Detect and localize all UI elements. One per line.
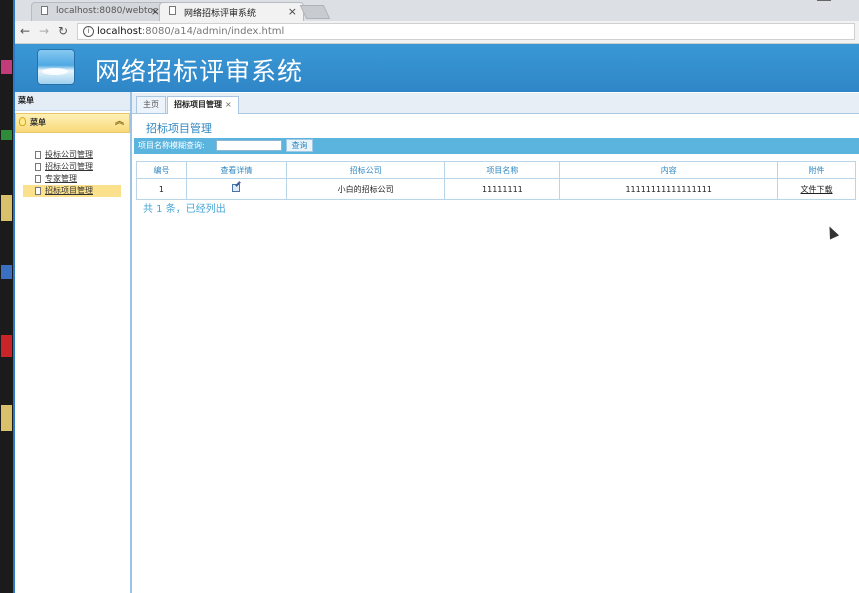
browser-tab-title: localhost:8080/webtoc [56, 6, 158, 16]
sidebar-group-label: 菜单 [30, 118, 46, 127]
edit-details-icon[interactable] [232, 184, 241, 192]
projects-table: 编号 查看详情 招标公司 项目名称 内容 附件 1 小白的招标公司 111111… [136, 161, 856, 200]
url-host: localhost [97, 26, 142, 37]
monitor-logo-icon [37, 49, 75, 85]
reload-icon[interactable]: ↻ [58, 24, 68, 38]
document-icon [35, 151, 41, 159]
close-icon[interactable]: × [225, 100, 232, 109]
address-bar: ← → ↻ i localhost:8080/a14/admin/index.h… [15, 21, 859, 44]
desktop-edge [0, 0, 13, 593]
column-header: 编号 [136, 161, 187, 179]
sidebar-header: 菜单 [15, 92, 130, 111]
search-label: 项目名称模糊查询: [138, 141, 205, 150]
app-header: 网络招标评审系统 [15, 44, 859, 92]
sidebar-list: 投标公司管理 招标公司管理 专家管理 招标项目管理 [15, 149, 130, 197]
search-bar: 项目名称模糊查询: 查询 [134, 138, 859, 154]
back-arrow-icon[interactable]: ← [20, 24, 30, 38]
column-header: 查看详情 [185, 161, 287, 179]
forward-arrow-icon[interactable]: → [39, 24, 49, 38]
column-header: 招标公司 [285, 161, 446, 179]
url-path: :8080/a14/admin/index.html [141, 26, 285, 37]
table-header-row: 编号 查看详情 招标公司 项目名称 内容 附件 [136, 161, 856, 179]
content-tab-strip: 主页 招标项目管理 × [132, 93, 859, 114]
cell-company: 小白的招标公司 [285, 178, 446, 200]
document-icon [35, 187, 41, 195]
document-icon [35, 163, 41, 171]
page-icon [169, 6, 176, 15]
lightbulb-icon [19, 117, 26, 126]
sidebar-item-label[interactable]: 专家管理 [45, 174, 77, 183]
browser-tab-active[interactable]: 网络招标评审系统 × [159, 2, 304, 21]
chevron-up-icon[interactable]: ︽ [115, 114, 124, 131]
sidebar-item-tender-company[interactable]: 招标公司管理 [23, 161, 121, 173]
browser-tab-bar: localhost:8080/webtoc × 网络招标评审系统 × [15, 0, 859, 21]
sidebar-item-label[interactable]: 招标公司管理 [45, 162, 93, 171]
info-icon[interactable]: i [83, 26, 94, 37]
sidebar-group-menu[interactable]: 菜单 ︽ [15, 113, 130, 133]
browser-tab-webtoc[interactable]: localhost:8080/webtoc × [31, 2, 167, 21]
tab-label: 招标项目管理 [174, 100, 222, 109]
tab-home[interactable]: 主页 [136, 96, 166, 113]
sidebar-item-label[interactable]: 投标公司管理 [45, 150, 93, 159]
url-input[interactable]: i localhost:8080/a14/admin/index.html [77, 23, 855, 40]
sidebar-item-experts[interactable]: 专家管理 [23, 173, 121, 185]
record-summary: 共 1 条，已经列出 [143, 204, 226, 215]
tab-tender-projects[interactable]: 招标项目管理 × [167, 96, 239, 114]
close-icon[interactable]: × [288, 5, 297, 18]
app-title: 网络招标评审系统 [95, 57, 304, 86]
column-header: 附件 [777, 161, 856, 179]
tab-label: 主页 [143, 100, 159, 109]
new-tab-button[interactable] [299, 5, 331, 19]
cell-content: 11111111111111111 [559, 178, 779, 200]
page-icon [41, 6, 48, 15]
search-button[interactable]: 查询 [286, 139, 313, 152]
cell-attachment: 文件下载 [777, 178, 856, 200]
search-input[interactable] [216, 140, 282, 151]
column-header: 项目名称 [444, 161, 561, 179]
table-row: 1 小白的招标公司 11111111 11111111111111111 文件下… [136, 178, 856, 200]
cell-details [185, 178, 287, 200]
sidebar-item-tender-projects[interactable]: 招标项目管理 [23, 185, 121, 197]
page-title: 招标项目管理 [146, 122, 212, 135]
column-header: 内容 [559, 161, 779, 179]
sidebar-item-label[interactable]: 招标项目管理 [45, 186, 93, 195]
document-icon [35, 175, 41, 183]
cell-project-name: 11111111 [444, 178, 561, 200]
browser-tab-title: 网络招标评审系统 [184, 9, 257, 19]
mouse-cursor-icon [824, 224, 840, 240]
sidebar: 菜单 菜单 ︽ 投标公司管理 招标公司管理 专家管理 招标项目管理 [15, 92, 132, 593]
minimize-icon[interactable] [817, 0, 831, 1]
download-link[interactable]: 文件下载 [801, 185, 833, 194]
cell-id: 1 [136, 178, 187, 200]
sidebar-item-bidder-company[interactable]: 投标公司管理 [23, 149, 121, 161]
